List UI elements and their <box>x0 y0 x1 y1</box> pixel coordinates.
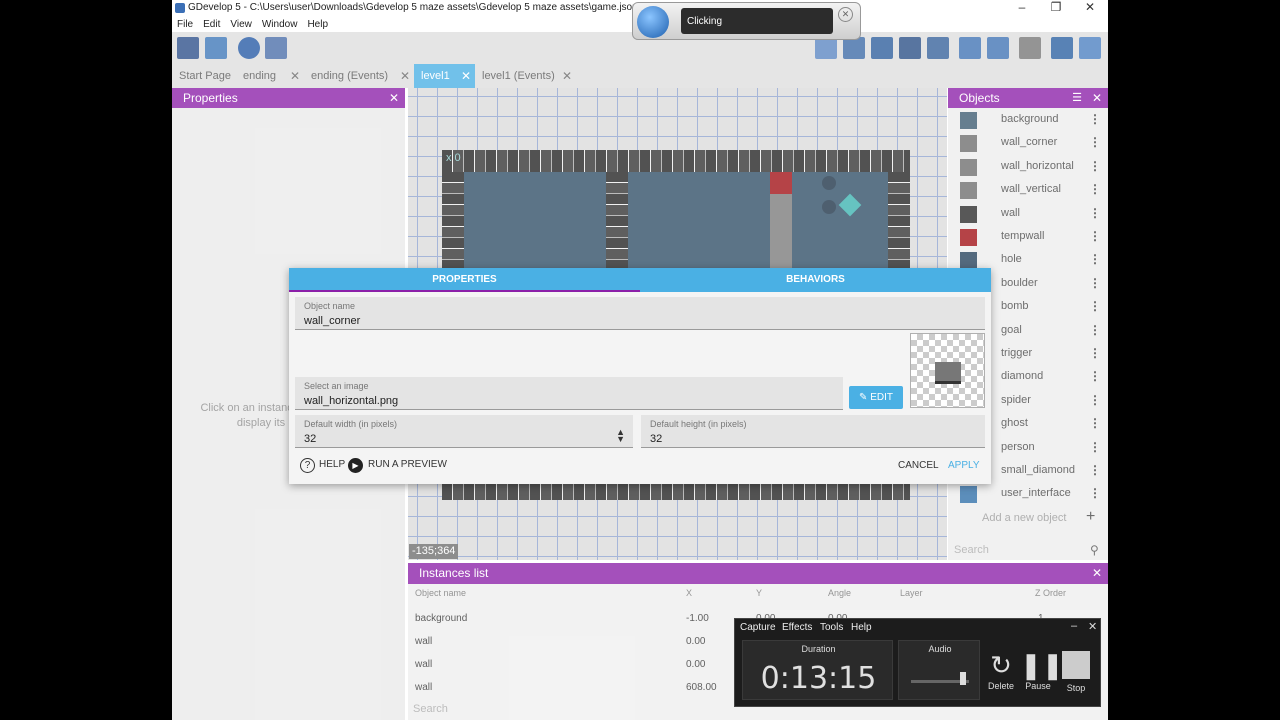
pencil-icon: ✎ <box>859 392 871 403</box>
stop-icon <box>1062 651 1090 679</box>
minimize-button[interactable]: – <box>1005 0 1039 16</box>
select-image-value: wall_horizontal.png <box>304 395 399 407</box>
recorder-close-button[interactable]: ✕ <box>1088 620 1097 633</box>
select-image-label: Select an image <box>304 381 369 391</box>
menu-window[interactable]: Window <box>257 17 303 30</box>
image-thumbnail[interactable] <box>910 333 985 408</box>
recorder-menu-tools[interactable]: Tools <box>820 622 843 633</box>
duration-box: Duration 0:13:15 <box>742 640 893 700</box>
help-icon[interactable]: ? <box>300 458 315 473</box>
recorder-menu-help[interactable]: Help <box>851 622 872 633</box>
stop-recording-button[interactable]: Stop <box>1058 649 1094 693</box>
object-name-value: wall_corner <box>304 315 361 327</box>
maximize-button[interactable]: ❐ <box>1039 0 1073 16</box>
audio-box: Audio <box>898 640 980 700</box>
recorder-menu-capture[interactable]: Capture <box>740 622 776 633</box>
run-preview-button[interactable]: RUN A PREVIEW <box>368 459 447 470</box>
help-button[interactable]: HELP <box>319 459 345 470</box>
delete-label: Delete <box>987 681 1014 691</box>
default-height-label: Default height (in pixels) <box>650 419 747 429</box>
stop-label: Stop <box>1066 683 1086 693</box>
default-width-value: 32 <box>304 433 317 445</box>
default-width-field[interactable]: Default width (in pixels) 32 ▲ ▼ <box>295 415 633 448</box>
edit-button-label: EDIT <box>870 392 893 403</box>
edit-image-button[interactable]: ✎ EDIT <box>849 386 903 409</box>
menu-view[interactable]: View <box>225 17 257 30</box>
duration-label: Duration <box>801 644 836 654</box>
close-window-button[interactable]: ✕ <box>1073 0 1107 16</box>
microphone-icon[interactable] <box>637 6 669 38</box>
voice-status-text: Clicking <box>681 8 833 34</box>
screen-recorder-widget: Capture Effects Tools Help – ✕ Duration … <box>734 618 1101 707</box>
pause-icon: ❚❚ <box>1020 650 1064 680</box>
menu-help[interactable]: Help <box>302 17 333 30</box>
gdevelop-app-icon <box>175 3 185 13</box>
default-width-label: Default width (in pixels) <box>304 419 398 429</box>
object-editor-dialog: PROPERTIES BEHAVIORS Object name wall_co… <box>289 268 991 484</box>
close-voice-overlay-icon[interactable]: ✕ <box>838 7 853 22</box>
recorder-minimize-button[interactable]: – <box>1071 620 1077 632</box>
active-tab-indicator <box>289 290 640 292</box>
duration-value: 0:13:15 <box>760 661 877 696</box>
pause-recording-button[interactable]: ❚❚ Pause <box>1020 649 1064 691</box>
number-stepper-icon[interactable]: ▲ ▼ <box>616 428 625 444</box>
audio-slider-handle[interactable] <box>960 672 967 685</box>
pause-label: Pause <box>1025 681 1051 691</box>
menu-edit[interactable]: Edit <box>198 17 225 30</box>
apply-button[interactable]: APPLY <box>948 460 980 471</box>
select-image-field[interactable]: Select an image wall_horizontal.png <box>295 377 843 410</box>
restart-icon: ↻ <box>990 650 1012 680</box>
object-name-label: Object name <box>304 301 356 311</box>
cancel-button[interactable]: CANCEL <box>898 460 939 471</box>
window-title: GDevelop 5 - C:\Users\user\Downloads\Gde… <box>188 2 645 13</box>
wall-sprite-preview <box>935 362 961 384</box>
delete-recording-button[interactable]: ↻ Delete <box>983 649 1019 691</box>
menu-file[interactable]: File <box>172 17 198 30</box>
default-height-value: 32 <box>650 433 663 445</box>
tab-properties[interactable]: PROPERTIES <box>289 268 640 292</box>
play-icon[interactable]: ▶ <box>348 458 363 473</box>
recorder-menu-effects[interactable]: Effects <box>782 622 812 633</box>
voice-control-overlay: Clicking ✕ <box>632 2 861 40</box>
dialog-tabs: PROPERTIES BEHAVIORS <box>289 268 991 292</box>
tab-behaviors[interactable]: BEHAVIORS <box>640 268 991 292</box>
object-name-field[interactable]: Object name wall_corner <box>295 297 985 330</box>
audio-label: Audio <box>928 644 952 654</box>
default-height-field[interactable]: Default height (in pixels) 32 <box>641 415 985 448</box>
